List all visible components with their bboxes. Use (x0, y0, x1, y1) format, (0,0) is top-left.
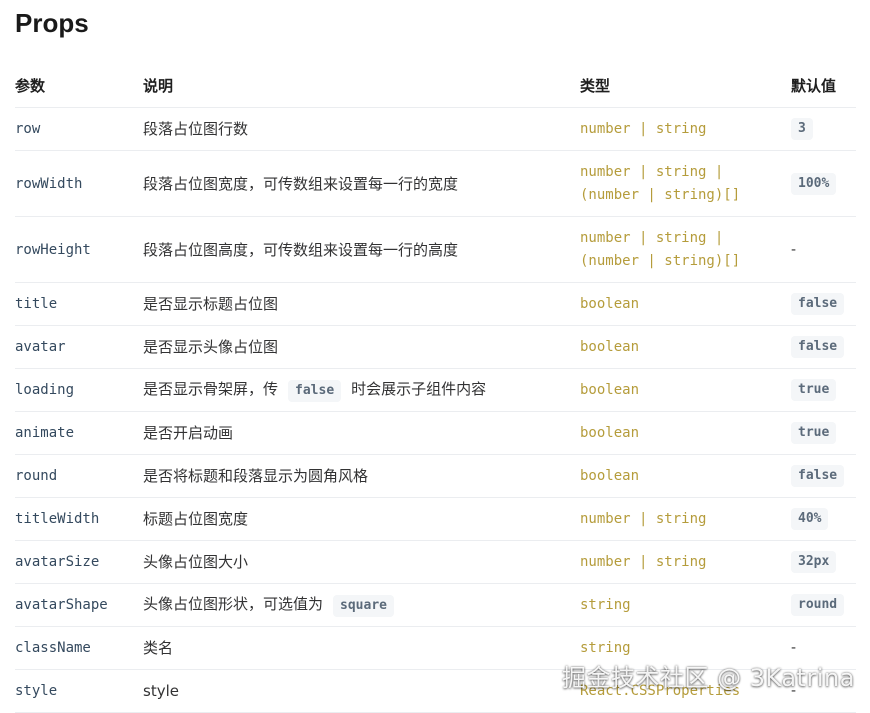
prop-name: animate (15, 411, 143, 455)
prop-name: avatarShape (15, 583, 143, 627)
prop-type: number | string (580, 497, 791, 541)
table-row: animate 是否开启动画 boolean true (15, 411, 856, 455)
prop-type-line: number | string | (580, 163, 724, 180)
prop-desc: 是否显示骨架屏，传 false 时会展示子组件内容 (143, 368, 580, 412)
table-row: title 是否显示标题占位图 boolean false (15, 282, 856, 326)
table-row: round 是否将标题和段落显示为圆角风格 boolean false (15, 454, 856, 498)
prop-type-line: number | string | (580, 229, 724, 246)
prop-type: boolean (580, 454, 791, 498)
prop-default: true (791, 422, 837, 444)
prop-default: 40% (791, 508, 829, 530)
prop-name: title (15, 282, 143, 326)
prop-desc: 类名 (143, 626, 580, 670)
prop-desc-text: 时会展示子组件内容 (351, 380, 487, 398)
prop-default: false (791, 336, 845, 358)
prop-desc: style (143, 669, 580, 713)
table-row: avatarSize 头像占位图大小 number | string 32px (15, 540, 856, 584)
prop-desc: 头像占位图形状，可选值为 square (143, 583, 580, 627)
table-row: titleWidth 标题占位图宽度 number | string 40% (15, 497, 856, 541)
prop-type: number | string | (number | string)[] (580, 216, 791, 283)
prop-name: style (15, 669, 143, 713)
prop-default-cell: true (791, 368, 856, 412)
prop-name: avatarSize (15, 540, 143, 584)
prop-default: false (791, 293, 845, 315)
prop-default: 32px (791, 551, 837, 573)
prop-default-cell: 32px (791, 540, 856, 584)
table-row: avatar 是否显示头像占位图 boolean false (15, 325, 856, 369)
prop-type: boolean (580, 411, 791, 455)
prop-desc-text: 头像占位图形状，可选值为 (143, 595, 324, 613)
prop-type: string (580, 583, 791, 627)
prop-default-cell: round (791, 583, 856, 627)
prop-name: loading (15, 368, 143, 412)
prop-desc: 段落占位图宽度，可传数组来设置每一行的宽度 (143, 150, 580, 217)
prop-name: round (15, 454, 143, 498)
prop-default-cell: false (791, 454, 856, 498)
prop-name: titleWidth (15, 497, 143, 541)
prop-default: false (791, 465, 845, 487)
table-row: row 段落占位图行数 number | string 3 (15, 107, 856, 151)
prop-desc: 头像占位图大小 (143, 540, 580, 584)
prop-name: rowHeight (15, 216, 143, 283)
prop-name: rowWidth (15, 150, 143, 217)
prop-desc: 段落占位图行数 (143, 107, 580, 151)
prop-default-cell: 40% (791, 497, 856, 541)
section-title: Props (15, 8, 89, 38)
prop-desc-text: 是否显示骨架屏，传 (143, 380, 279, 398)
header-default: 默认值 (791, 64, 856, 108)
prop-type: number | string (580, 540, 791, 584)
prop-desc: 是否显示头像占位图 (143, 325, 580, 369)
prop-default-cell: true (791, 411, 856, 455)
prop-default: - (791, 216, 856, 283)
prop-desc: 是否开启动画 (143, 411, 580, 455)
prop-type: boolean (580, 368, 791, 412)
prop-type: number | string (580, 107, 791, 151)
prop-default-cell: false (791, 325, 856, 369)
watermark: 掘金技术社区 @ 3Katrina (562, 664, 855, 692)
prop-default: round (791, 594, 845, 616)
prop-default: true (791, 379, 837, 401)
prop-desc: 段落占位图高度，可传数组来设置每一行的高度 (143, 216, 580, 283)
prop-type: number | string | (number | string)[] (580, 150, 791, 217)
prop-default: 100% (791, 172, 837, 195)
inline-code: false (288, 380, 342, 402)
prop-type: boolean (580, 282, 791, 326)
prop-desc: 是否显示标题占位图 (143, 282, 580, 326)
props-section: Props 参数 说明 类型 默认值 row 段落占位图行数 number | … (15, 0, 856, 713)
prop-type-line: (number | string)[] (580, 252, 741, 269)
prop-default-cell: false (791, 282, 856, 326)
table-row: loading 是否显示骨架屏，传 false 时会展示子组件内容 boolean … (15, 368, 856, 412)
prop-default-cell: 3 (791, 107, 856, 151)
prop-desc: 是否将标题和段落显示为圆角风格 (143, 454, 580, 498)
props-table: 参数 说明 类型 默认值 row 段落占位图行数 number | string… (15, 64, 856, 713)
prop-name: avatar (15, 325, 143, 369)
prop-type: boolean (580, 325, 791, 369)
table-row: rowHeight 段落占位图高度，可传数组来设置每一行的高度 number |… (15, 216, 856, 283)
header-type: 类型 (580, 64, 791, 108)
table-header-row: 参数 说明 类型 默认值 (15, 64, 856, 108)
header-param: 参数 (15, 64, 143, 108)
prop-desc: 标题占位图宽度 (143, 497, 580, 541)
header-desc: 说明 (143, 64, 580, 108)
prop-default-cell: 100% (791, 150, 856, 217)
prop-type-line: (number | string)[] (580, 186, 741, 203)
table-row: avatarShape 头像占位图形状，可选值为 square string ro… (15, 583, 856, 627)
prop-name: row (15, 107, 143, 151)
prop-name: className (15, 626, 143, 670)
table-row: rowWidth 段落占位图宽度，可传数组来设置每一行的宽度 number | … (15, 150, 856, 217)
inline-code: square (333, 595, 394, 617)
prop-default: 3 (791, 118, 813, 140)
